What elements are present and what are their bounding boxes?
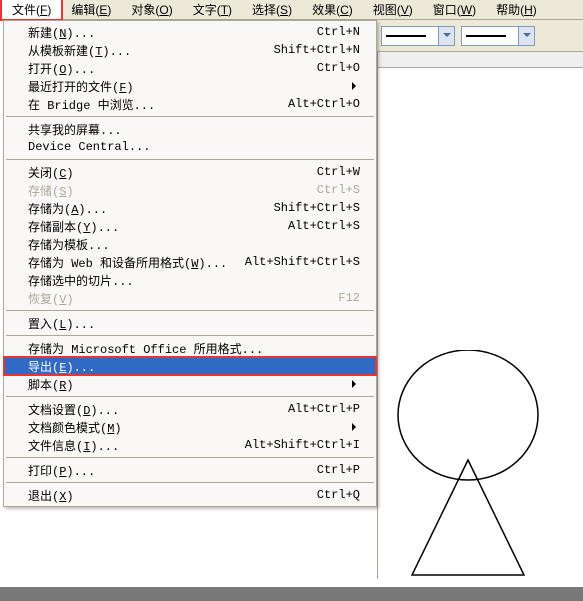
menu-item-shortcut: Ctrl+O [317,61,360,75]
menu-item-label: 文件信息(I)... [28,437,245,454]
menu-item-label: 新建(N)... [28,24,317,41]
menu-item-label: 最近打开的文件(F) [28,78,352,95]
menu-item-label: 存储选中的切片... [28,272,360,289]
bottom-bar [0,587,583,601]
menubar-item[interactable]: 帮助(H) [486,0,547,19]
menu-item-label: 存储为 Web 和设备所用格式(W)... [28,254,245,271]
menu-item-shortcut: Alt+Ctrl+P [288,402,360,416]
chevron-down-icon [518,27,534,45]
ruler [378,52,583,68]
menu-item[interactable]: 存储选中的切片... [4,271,376,289]
menu-item-label: 关闭(C) [28,164,317,181]
menu-item[interactable]: 关闭(C)Ctrl+W [4,163,376,181]
menu-item[interactable]: 文件信息(I)...Alt+Shift+Ctrl+I [4,436,376,454]
menu-separator [6,116,374,117]
menu-item-shortcut: Ctrl+P [317,463,360,477]
menu-item-label: 在 Bridge 中浏览... [28,96,288,113]
menu-item-label: 恢复(V) [28,290,338,307]
menu-separator [6,159,374,160]
menu-item-label: 存储副本(Y)... [28,218,288,235]
menu-item-label: 打印(P)... [28,462,317,479]
menu-separator [6,457,374,458]
brush-combo[interactable] [461,26,535,46]
chevron-down-icon [438,27,454,45]
menu-item[interactable]: 在 Bridge 中浏览...Alt+Ctrl+O [4,95,376,113]
menu-item-label: 文档设置(D)... [28,401,288,418]
menu-item-shortcut: F12 [338,291,360,305]
menu-item-label: 文档颜色模式(M) [28,419,352,436]
menu-item[interactable]: 置入(L)... [4,314,376,332]
menu-item[interactable]: 存储为模板... [4,235,376,253]
canvas-shapes [368,350,583,580]
stroke-profile-combo[interactable] [381,26,455,46]
menubar-item[interactable]: 文字(T) [183,0,242,19]
file-menu: 新建(N)...Ctrl+N从模板新建(T)...Shift+Ctrl+N打开(… [3,20,377,507]
menubar-item[interactable]: 对象(O) [121,0,182,19]
menu-item[interactable]: 打印(P)...Ctrl+P [4,461,376,479]
menubar-item[interactable]: 选择(S) [242,0,302,19]
menubar-item[interactable]: 效果(C) [302,0,363,19]
menu-item-label: 存储(S) [28,182,317,199]
menu-item[interactable]: 从模板新建(T)...Shift+Ctrl+N [4,41,376,59]
menu-item[interactable]: 存储为 Web 和设备所用格式(W)...Alt+Shift+Ctrl+S [4,253,376,271]
menu-item-label: 存储为 Microsoft Office 所用格式... [28,340,360,357]
menu-item-label: 脚本(R) [28,376,352,393]
menu-item-label: 存储为模板... [28,236,360,253]
menu-separator [6,396,374,397]
menu-item[interactable]: 存储为 Microsoft Office 所用格式... [4,339,376,357]
menu-item[interactable]: Device Central... [4,138,376,156]
menu-item-shortcut: Ctrl+S [317,183,360,197]
menu-item[interactable]: 脚本(R) [4,375,376,393]
menu-item[interactable]: 文档颜色模式(M) [4,418,376,436]
line-icon [466,35,506,37]
submenu-arrow-icon [352,423,360,431]
menu-item-label: 打开(O)... [28,60,317,77]
menu-item-shortcut: Ctrl+W [317,165,360,179]
menu-item-shortcut: Alt+Ctrl+O [288,97,360,111]
menu-item-shortcut: Shift+Ctrl+N [274,43,360,57]
menu-item[interactable]: 退出(X)Ctrl+Q [4,486,376,504]
menubar-item[interactable]: 文件(F) [2,0,61,19]
submenu-arrow-icon [352,380,360,388]
menu-item[interactable]: 存储副本(Y)...Alt+Ctrl+S [4,217,376,235]
menu-item[interactable]: 最近打开的文件(F) [4,77,376,95]
menu-item-shortcut: Alt+Shift+Ctrl+S [245,255,360,269]
menu-item-label: 共享我的屏幕... [28,121,360,138]
menu-item-shortcut: Shift+Ctrl+S [274,201,360,215]
menu-item-label: 从模板新建(T)... [28,42,274,59]
menu-item[interactable]: 打开(O)...Ctrl+O [4,59,376,77]
canvas[interactable] [377,52,583,579]
menu-separator [6,335,374,336]
menubar: 文件(F)编辑(E)对象(O)文字(T)选择(S)效果(C)视图(V)窗口(W)… [0,0,583,20]
menu-item[interactable]: 新建(N)...Ctrl+N [4,23,376,41]
menu-item-shortcut: Alt+Shift+Ctrl+I [245,438,360,452]
menu-item[interactable]: 共享我的屏幕... [4,120,376,138]
menu-item-label: Device Central... [28,140,360,154]
menu-item-shortcut: Alt+Ctrl+S [288,219,360,233]
menu-separator [6,482,374,483]
menu-item-label: 置入(L)... [28,315,360,332]
toolbar [377,20,583,52]
menu-item[interactable]: 存储为(A)...Shift+Ctrl+S [4,199,376,217]
menu-item-shortcut: Ctrl+N [317,25,360,39]
menubar-item[interactable]: 视图(V) [363,0,423,19]
menu-item-label: 退出(X) [28,487,317,504]
line-icon [386,35,426,37]
menu-item[interactable]: 导出(E)... [4,357,376,375]
menu-item-shortcut: Ctrl+Q [317,488,360,502]
menu-separator [6,310,374,311]
menubar-item[interactable]: 编辑(E) [61,0,121,19]
submenu-arrow-icon [352,82,360,90]
menu-item-label: 导出(E)... [28,358,360,375]
menu-item-label: 存储为(A)... [28,200,274,217]
menu-item: 存储(S)Ctrl+S [4,181,376,199]
menubar-item[interactable]: 窗口(W) [423,0,486,19]
menu-item[interactable]: 文档设置(D)...Alt+Ctrl+P [4,400,376,418]
menu-item: 恢复(V)F12 [4,289,376,307]
